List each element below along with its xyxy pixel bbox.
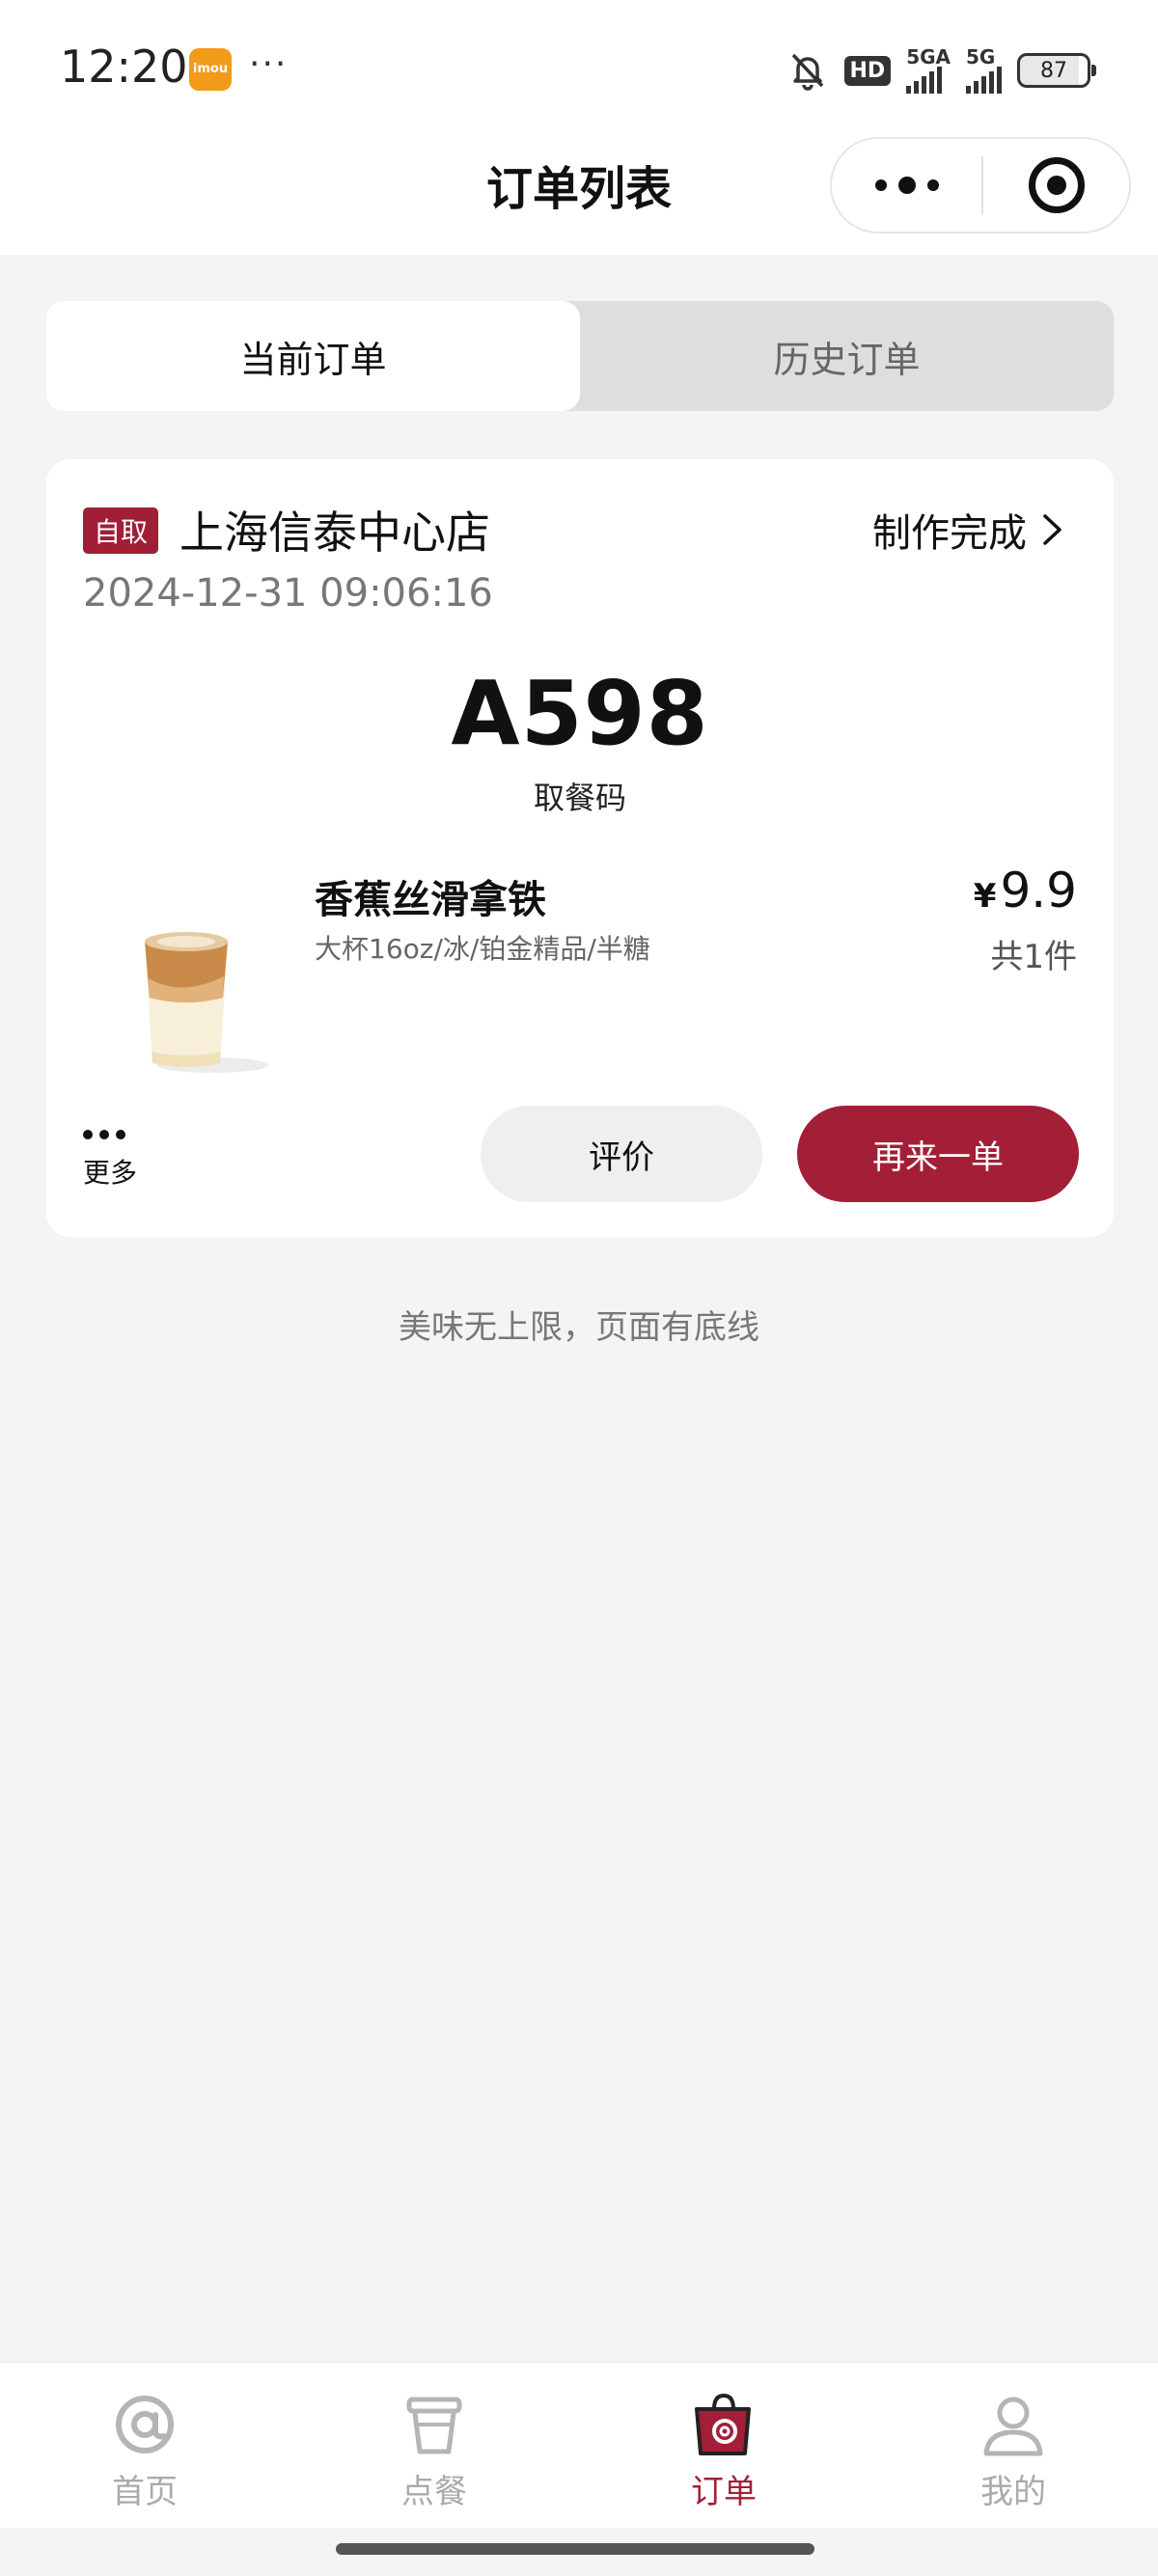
chevron-right-icon [1043,514,1062,545]
hd-badge: HD [843,55,892,86]
signal-5g-icon: 5G [966,47,1002,94]
tabbar-label-order-food: 点餐 [401,2473,467,2511]
tabbar-label-profile: 我的 [980,2473,1046,2511]
product-spec: 大杯16oz/冰/铂金精品/半糖 [315,933,650,965]
tabbar-item-profile[interactable]: 我的 [868,2363,1158,2529]
currency-symbol: ¥ [973,877,997,916]
pickup-badge: 自取 [83,507,158,554]
battery-icon: 87 [1017,53,1096,88]
more-button[interactable]: 更多 [83,1125,160,1191]
order-status-label: 制作完成 [872,511,1027,556]
tab-current-orders[interactable]: 当前订单 [46,301,580,411]
tabbar-item-home[interactable]: 首页 [0,2363,290,2529]
product-quantity: 共1件 [990,938,1077,976]
app-notification-icon: imou [189,48,232,91]
pickup-code-label: 取餐码 [533,780,626,816]
order-tabs: 当前订单 历史订单 [46,301,1114,411]
signal-5ga-icon: 5GA [906,47,951,94]
signal-5g-label: 5G [966,45,996,69]
tabbar-item-order-food[interactable]: 点餐 [290,2363,579,2529]
tabbar-label-home: 首页 [112,2473,178,2511]
price-value: 9.9 [1000,863,1077,918]
review-button[interactable]: 评价 [481,1106,762,1202]
tab-history-orders[interactable]: 历史订单 [580,301,1114,411]
cup-icon [406,2397,462,2454]
footer-note: 美味无上限，页面有底线 [399,1308,759,1347]
order-time: 2024-12-31 09:06:16 [83,571,493,616]
tabbar-label-orders: 订单 [691,2473,757,2511]
bottom-tab-bar: 首页 点餐 订单 我的 [0,2362,1158,2528]
status-indicators: HD 5GA 5G 87 [786,46,1096,95]
product-image [145,932,268,1073]
capsule-more-button[interactable] [832,139,981,232]
reorder-button[interactable]: 再来一单 [797,1106,1079,1202]
status-bar: 12:20 imou ··· HD 5GA 5G 87 [0,0,1158,135]
target-icon [1028,157,1085,213]
order-status-link[interactable]: 制作完成 [872,502,1065,558]
order-card[interactable]: 自取 上海信泰中心店 制作完成 2024-12-31 09:06:16 A598… [46,459,1114,1237]
tabbar-item-orders[interactable]: 订单 [579,2363,868,2529]
bell-off-icon [791,53,823,91]
battery-level: 87 [1040,58,1067,83]
signal-5ga-label: 5GA [906,45,951,69]
capsule-close-button[interactable] [983,139,1129,232]
at-icon [116,2396,174,2453]
home-indicator[interactable] [336,2543,814,2555]
bag-icon [695,2393,751,2455]
user-icon [983,2397,1043,2456]
more-notifications-icon: ··· [249,44,289,84]
pickup-code: A598 [451,662,709,765]
product-price: ¥ 9.9 [974,863,1077,918]
more-dots-icon [83,1125,160,1144]
more-label: 更多 [83,1157,138,1189]
product-name: 香蕉丝滑拿铁 [315,878,546,922]
mini-program-capsule [830,137,1131,233]
store-name: 上海信泰中心店 [179,507,490,559]
status-time: 12:20 [60,41,188,93]
